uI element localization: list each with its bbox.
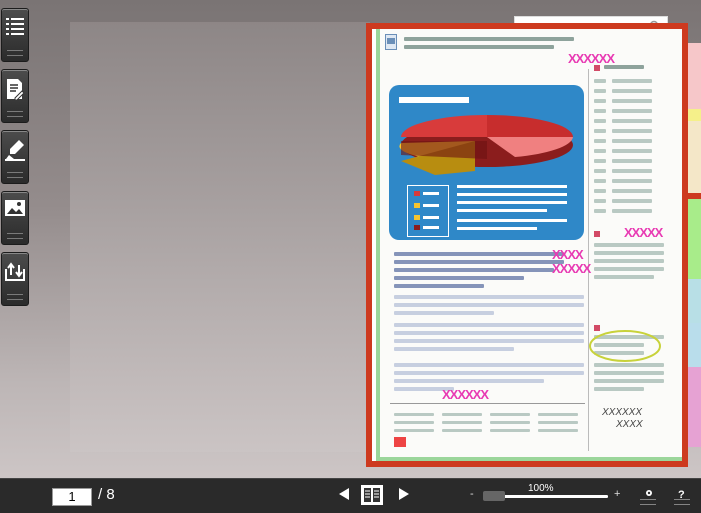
button-sublabel <box>7 50 23 56</box>
section-tab[interactable] <box>688 109 701 121</box>
list-icon <box>6 18 24 35</box>
highlighter-icon <box>5 140 25 161</box>
page-bottom-marker <box>376 457 682 461</box>
settings-button[interactable] <box>640 485 656 505</box>
button-sublabel <box>7 172 23 178</box>
zoom-out-button[interactable]: - <box>470 488 474 500</box>
page-edge-marker <box>376 29 380 461</box>
page-separator: / <box>98 486 103 503</box>
annotation-mark: XXXXXX <box>442 387 489 402</box>
section-tab[interactable] <box>688 43 701 109</box>
document-corner-icon <box>385 34 397 50</box>
button-sublabel <box>7 111 23 117</box>
handwritten-note: XXXX <box>616 419 643 430</box>
button-sublabel <box>640 499 656 505</box>
section-tab[interactable] <box>688 199 701 279</box>
help-button[interactable]: ? <box>674 485 690 505</box>
section-tab[interactable] <box>688 323 701 367</box>
pie-chart-graphic <box>399 115 573 175</box>
button-sublabel <box>674 499 690 505</box>
left-page-shadow <box>70 22 370 452</box>
left-toolbar <box>1 8 29 313</box>
next-page-icon[interactable] <box>398 487 410 501</box>
share-export-icon <box>5 262 25 281</box>
export-button[interactable] <box>1 252 29 306</box>
annotation-mark: XXXX <box>552 247 584 262</box>
page-count: 8 <box>106 486 115 503</box>
bottom-toolbar: 1 / 8 - 100% + ? <box>0 478 701 513</box>
zoom-level: 100% <box>528 483 554 494</box>
handwritten-note: XXXXXX <box>602 407 643 418</box>
annotation-mark: XXXXX <box>624 225 663 240</box>
zoom-in-button[interactable]: + <box>614 488 620 500</box>
zoom-slider-handle[interactable] <box>483 491 505 501</box>
section-tab[interactable] <box>688 367 701 447</box>
button-sublabel <box>7 294 23 300</box>
document-viewer: XXXXXX XXXXX XXXX XXXXX XXXXXX XXXXXX XX… <box>0 0 701 478</box>
page-number-input[interactable]: 1 <box>52 488 92 506</box>
notes-button[interactable] <box>1 69 29 123</box>
section-tab[interactable] <box>688 121 701 193</box>
gear-icon <box>646 490 652 496</box>
document-edit-icon <box>7 79 24 100</box>
highlight-button[interactable] <box>1 130 29 184</box>
page-total: / 8 <box>98 486 115 503</box>
previous-page-icon[interactable] <box>338 487 350 501</box>
table-of-contents-button[interactable] <box>1 8 29 62</box>
image-icon <box>5 200 25 216</box>
button-sublabel <box>7 233 23 239</box>
document-page[interactable]: XXXXXX XXXXX XXXX XXXXX XXXXXX XXXXXX XX… <box>376 29 682 461</box>
page-view-icon[interactable] <box>360 484 384 506</box>
section-tab[interactable] <box>688 279 701 323</box>
annotation-mark: XXXXX <box>552 261 591 276</box>
infographic-panel <box>389 85 584 240</box>
images-button[interactable] <box>1 191 29 245</box>
circle-annotation <box>589 330 661 362</box>
pdf-badge <box>394 437 406 447</box>
section-tabs <box>688 43 701 447</box>
annotation-mark: XXXXXX <box>568 51 615 66</box>
infographic-title <box>399 97 469 103</box>
